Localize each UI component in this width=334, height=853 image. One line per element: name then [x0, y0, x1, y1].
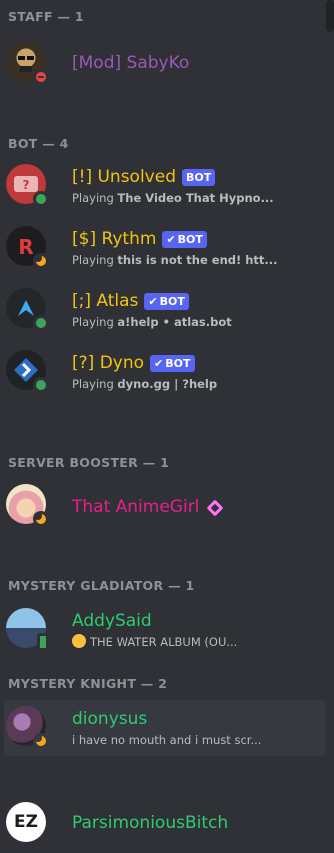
- member-activity: Playing a!help • atlas.bot: [72, 315, 232, 329]
- member-atlas[interactable]: [;] Atlas ✔ BOT Playing a!help • atlas.bo…: [0, 282, 326, 338]
- status-dnd-icon: [33, 69, 49, 85]
- bot-tag: ✔ BOT: [162, 230, 207, 248]
- scrollbar[interactable]: [326, 0, 334, 32]
- member-sabyko[interactable]: [Mod] SabyKo: [0, 36, 326, 92]
- verified-check-icon: ✔: [166, 232, 176, 246]
- status-mobile-icon: [37, 633, 49, 651]
- member-addysaid[interactable]: AddySaid THE WATER ALBUM (OU...: [0, 602, 326, 658]
- member-dyno[interactable]: [?] Dyno ✔ BOT Playing dyno.gg | ?help: [0, 344, 326, 400]
- member-name: [;] Atlas: [72, 291, 139, 311]
- member-name: [?] Dyno: [72, 353, 145, 373]
- status-online-icon: [33, 377, 49, 393]
- status-idle-icon: [33, 511, 49, 527]
- avatar: [6, 288, 49, 331]
- member-name: That AnimeGirl: [72, 497, 200, 517]
- member-activity: THE WATER ALBUM (OU...: [72, 634, 322, 650]
- bot-tag: BOT: [182, 168, 216, 186]
- section-header-mystery-gladiator: MYSTERY GLADIATOR — 1: [8, 578, 195, 593]
- member-unsolved[interactable]: ? [!] Unsolved BOT Playing The Video Tha…: [0, 158, 326, 214]
- svg-text:?: ?: [23, 178, 30, 192]
- boost-icon: [206, 499, 224, 517]
- avatar: [6, 484, 49, 527]
- section-header-staff: STAFF — 1: [8, 9, 84, 24]
- avatar: [6, 350, 49, 393]
- member-name: [$] Rythm: [72, 229, 157, 249]
- avatar-initials: EZ: [14, 812, 38, 832]
- member-activity: i have no mouth and i must scr...: [72, 733, 262, 747]
- avatar: [6, 706, 49, 749]
- member-name: ParsimoniousBitch: [72, 813, 229, 833]
- member-activity: Playing dyno.gg | ?help: [72, 377, 218, 391]
- section-header-server-booster: SERVER BOOSTER — 1: [8, 455, 170, 470]
- avatar: [6, 608, 49, 651]
- status-online-icon: [33, 191, 49, 207]
- section-header-mystery-knight: MYSTERY KNIGHT — 2: [8, 676, 168, 691]
- status-online-icon: [33, 315, 49, 331]
- member-name: [!] Unsolved: [72, 167, 176, 187]
- member-activity: Playing this is not the end! htt...: [72, 253, 278, 267]
- member-name: dionysus: [72, 709, 148, 729]
- status-idle-icon: [33, 253, 49, 269]
- svg-text:R: R: [18, 235, 33, 259]
- member-rythm[interactable]: R [$] Rythm ✔ BOT Playing this is not the…: [0, 220, 326, 276]
- verified-check-icon: ✔: [148, 294, 158, 308]
- avatar: EZ: [6, 802, 46, 842]
- bot-tag: ✔ BOT: [150, 354, 195, 372]
- member-activity: Playing The Video That Hypno...: [72, 191, 274, 205]
- bot-tag: ✔ BOT: [144, 292, 189, 310]
- avatar: ?: [6, 164, 49, 207]
- member-that-animegirl[interactable]: That AnimeGirl: [0, 478, 326, 534]
- member-name: [Mod] SabyKo: [72, 53, 190, 73]
- avatar: R: [6, 226, 49, 269]
- member-dionysus[interactable]: dionysus i have no mouth and i must scr.…: [4, 700, 326, 756]
- section-header-bot: BOT — 4: [8, 136, 69, 151]
- member-name: AddySaid: [72, 611, 152, 631]
- member-parsimoniousbitch[interactable]: EZ ParsimoniousBitch: [0, 796, 326, 852]
- avatar: [6, 42, 49, 85]
- laughing-emoji-icon: [72, 634, 86, 648]
- verified-check-icon: ✔: [154, 356, 164, 370]
- status-idle-icon: [33, 733, 49, 749]
